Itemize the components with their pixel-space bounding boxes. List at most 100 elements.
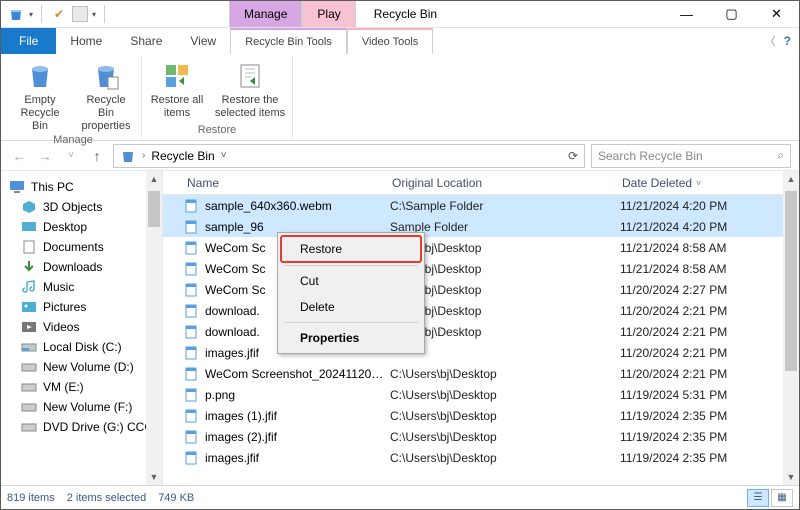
nav-back-button[interactable]: ←	[9, 148, 29, 164]
file-row[interactable]: images.jfif11/20/2024 2:21 PM	[163, 342, 783, 363]
nav-this-pc[interactable]: This PC	[1, 177, 162, 197]
file-icon	[183, 219, 199, 235]
view-thumbnails-button[interactable]: ▦	[771, 489, 793, 507]
file-icon	[183, 429, 199, 445]
ctx-cut[interactable]: Cut	[280, 268, 422, 294]
ribbon-tabs: File Home Share View Recycle Bin Tools V…	[1, 28, 799, 54]
file-icon	[183, 261, 199, 277]
nav-item-label: Music	[43, 280, 74, 294]
sort-desc-icon: ˅	[696, 178, 701, 188]
nav-forward-button[interactable]: →	[35, 148, 55, 164]
maximize-button[interactable]: ▢	[709, 1, 754, 28]
restore-all-button[interactable]: Restore all items	[148, 56, 206, 124]
checkmark-icon[interactable]: ✔	[50, 5, 68, 23]
tab-view[interactable]: View	[176, 28, 230, 54]
restore-selected-button[interactable]: Restore the selected items	[214, 56, 286, 124]
nav-item[interactable]: Downloads	[1, 257, 162, 277]
file-row[interactable]: images.jfifC:\Users\bj\Desktop11/19/2024…	[163, 447, 783, 468]
nav-item-label: 3D Objects	[43, 200, 102, 214]
file-row[interactable]: download.Users\bj\Desktop11/20/2024 2:21…	[163, 321, 783, 342]
ctx-delete-label: Delete	[300, 300, 335, 314]
file-row[interactable]: WeCom ScUsers\bj\Desktop11/20/2024 2:27 …	[163, 279, 783, 300]
contextual-tab-headers: Manage Play	[229, 1, 356, 27]
ribbon-group-restore: Restore all items Restore the selected i…	[142, 56, 293, 138]
file-original-location: C:\Users\bj\Desktop	[390, 388, 620, 402]
nav-item[interactable]: Documents	[1, 237, 162, 257]
ctxtab-manage-label: Manage	[244, 7, 287, 21]
ctx-separator	[284, 265, 418, 266]
nav-recent-dropdown[interactable]: ˅	[61, 150, 81, 161]
nav-item[interactable]: VM (E:)	[1, 377, 162, 397]
nav-item[interactable]: DVD Drive (G:) CCC	[1, 417, 162, 437]
help-icon[interactable]: ?	[784, 34, 791, 48]
tab-share[interactable]: Share	[116, 28, 176, 54]
quick-access-toolbar: ▾ ✔ ▾	[1, 5, 115, 23]
file-row[interactable]: WeCom ScUsers\bj\Desktop11/21/2024 8:58 …	[163, 258, 783, 279]
qat-customize-icon[interactable]: ▾	[92, 10, 96, 19]
nav-item[interactable]: Pictures	[1, 297, 162, 317]
content-scrollbar[interactable]: ▲ ▼	[783, 171, 799, 485]
tab-home[interactable]: Home	[56, 28, 116, 54]
file-date-deleted: 11/20/2024 2:21 PM	[620, 367, 783, 381]
file-date-deleted: 11/20/2024 2:21 PM	[620, 325, 783, 339]
file-row[interactable]: images (2).jfifC:\Users\bj\Desktop11/19/…	[163, 426, 783, 447]
qat-dropdown-icon[interactable]: ▾	[29, 10, 33, 19]
col-date-deleted[interactable]: Date Deleted˅	[618, 176, 799, 190]
nav-item[interactable]: Local Disk (C:)	[1, 337, 162, 357]
tab-video-tools[interactable]: Video Tools	[347, 28, 433, 54]
file-row[interactable]: sample_640x360.webmC:\Sample Folder11/21…	[163, 195, 783, 216]
file-row[interactable]: download.Users\bj\Desktop11/20/2024 2:21…	[163, 300, 783, 321]
view-details-button[interactable]: ☰	[747, 489, 769, 507]
scroll-down-icon[interactable]: ▼	[783, 469, 799, 485]
nav-item-label: Desktop	[43, 220, 87, 234]
view-buttons: ☰ ▦	[747, 489, 793, 507]
file-name: sample_640x360.webm	[205, 199, 390, 213]
scroll-up-icon[interactable]: ▲	[783, 171, 799, 187]
nav-item[interactable]: New Volume (D:)	[1, 357, 162, 377]
file-row[interactable]: sample_96Sample Folder11/21/2024 4:20 PM	[163, 216, 783, 237]
recycle-bin-properties-button[interactable]: Recycle Bin properties	[77, 56, 135, 134]
ctx-properties[interactable]: Properties	[280, 325, 422, 351]
nav-item[interactable]: Videos	[1, 317, 162, 337]
nav-item[interactable]: Music	[1, 277, 162, 297]
minimize-button[interactable]: —	[664, 1, 709, 28]
nav-item-label: VM (E:)	[43, 380, 84, 394]
file-row[interactable]: WeCom ScUsers\bj\Desktop11/21/2024 8:58 …	[163, 237, 783, 258]
tab-rbt-label: Recycle Bin Tools	[245, 36, 332, 48]
file-row[interactable]: WeCom Screenshot_202411201014...C:\Users…	[163, 363, 783, 384]
nav-item-icon	[21, 300, 37, 314]
col-name[interactable]: Name	[183, 176, 388, 190]
nav-up-button[interactable]: ↑	[87, 148, 107, 164]
file-date-deleted: 11/21/2024 8:58 AM	[620, 241, 783, 255]
address-chevron-icon[interactable]: ›	[142, 150, 145, 161]
nav-item[interactable]: 3D Objects	[1, 197, 162, 217]
tab-recycle-bin-tools[interactable]: Recycle Bin Tools	[230, 28, 347, 54]
ctx-restore[interactable]: Restore	[280, 235, 422, 263]
ctx-delete[interactable]: Delete	[280, 294, 422, 320]
ribbon-collapse-icon[interactable]: 〈	[765, 33, 776, 49]
content-scroll-thumb[interactable]	[785, 191, 797, 371]
file-row[interactable]: p.pngC:\Users\bj\Desktop11/19/2024 5:31 …	[163, 384, 783, 405]
blank-qat-icon[interactable]	[72, 6, 88, 22]
refresh-button[interactable]: ⟳	[568, 149, 578, 163]
ctxtab-play[interactable]: Play	[302, 1, 355, 27]
file-row[interactable]: images (1).jfifC:\Users\bj\Desktop11/19/…	[163, 405, 783, 426]
col-original-location[interactable]: Original Location	[388, 176, 618, 190]
nav-item-label: New Volume (F:)	[43, 400, 132, 414]
address-dropdown-icon[interactable]: ˅	[221, 150, 227, 161]
empty-recycle-bin-button[interactable]: Empty Recycle Bin	[11, 56, 69, 134]
file-icon	[183, 450, 199, 466]
address-recycle-bin-icon	[120, 148, 136, 164]
tab-file[interactable]: File	[1, 28, 56, 54]
search-input[interactable]: Search Recycle Bin ⌕	[591, 144, 791, 168]
scroll-up-icon[interactable]: ▲	[146, 171, 162, 187]
nav-scroll-thumb[interactable]	[148, 191, 160, 227]
file-name: WeCom Screenshot_202411201014...	[205, 367, 390, 381]
scroll-down-icon[interactable]: ▼	[146, 469, 162, 485]
address-field[interactable]: › Recycle Bin ˅ ⟳	[113, 144, 585, 168]
nav-scrollbar[interactable]: ▲ ▼	[146, 171, 162, 485]
ctxtab-manage[interactable]: Manage	[229, 1, 302, 27]
nav-item[interactable]: Desktop	[1, 217, 162, 237]
close-button[interactable]: ✕	[754, 1, 799, 28]
nav-item[interactable]: New Volume (F:)	[1, 397, 162, 417]
